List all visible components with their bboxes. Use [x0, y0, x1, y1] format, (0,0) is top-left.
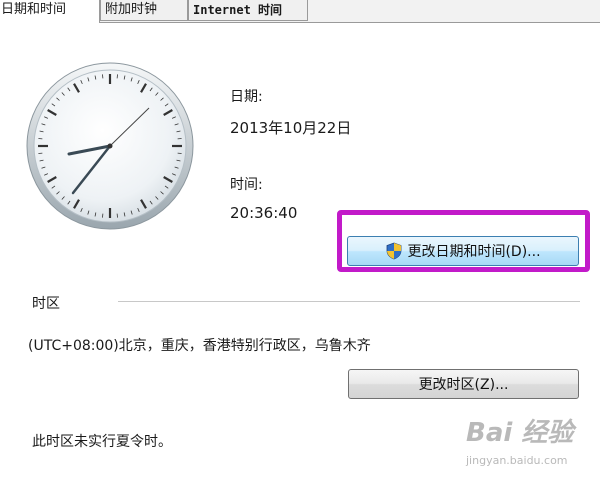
time-label: 时间: — [230, 177, 263, 193]
baidu-jingyan-watermark: Bai 经验 jingyan.baidu.com — [456, 398, 596, 476]
date-label: 日期: — [230, 89, 263, 105]
change-date-time-button-label: 更改日期和时间(D)... — [407, 244, 541, 260]
time-value: 20:36:40 — [230, 204, 298, 222]
change-timezone-button[interactable]: 更改时区(Z)... — [348, 369, 579, 399]
shield-icon — [387, 242, 402, 260]
watermark-main: Bai 经验 — [466, 418, 574, 448]
change-date-time-button[interactable]: 更改日期和时间(D)... — [347, 236, 579, 266]
dst-note: 此时区未实行夏令时。 — [32, 434, 172, 450]
timezone-group-label: 时区 — [32, 296, 60, 312]
change-timezone-button-label: 更改时区(Z)... — [418, 377, 509, 393]
tab-strip: 日期和时间 附加时钟 Internet 时间 — [0, 0, 600, 23]
date-value: 2013年10月22日 — [230, 119, 352, 137]
analog-clock — [26, 62, 194, 230]
tab-internet-time[interactable]: Internet 时间 — [188, 0, 308, 21]
watermark-sub: jingyan.baidu.com — [466, 454, 568, 467]
tab-additional-clocks[interactable]: 附加时钟 — [100, 0, 188, 21]
tab-date-time[interactable]: 日期和时间 — [0, 0, 100, 23]
group-divider — [118, 301, 580, 302]
timezone-value: (UTC+08:00)北京，重庆，香港特别行政区，乌鲁木齐 — [28, 338, 371, 354]
